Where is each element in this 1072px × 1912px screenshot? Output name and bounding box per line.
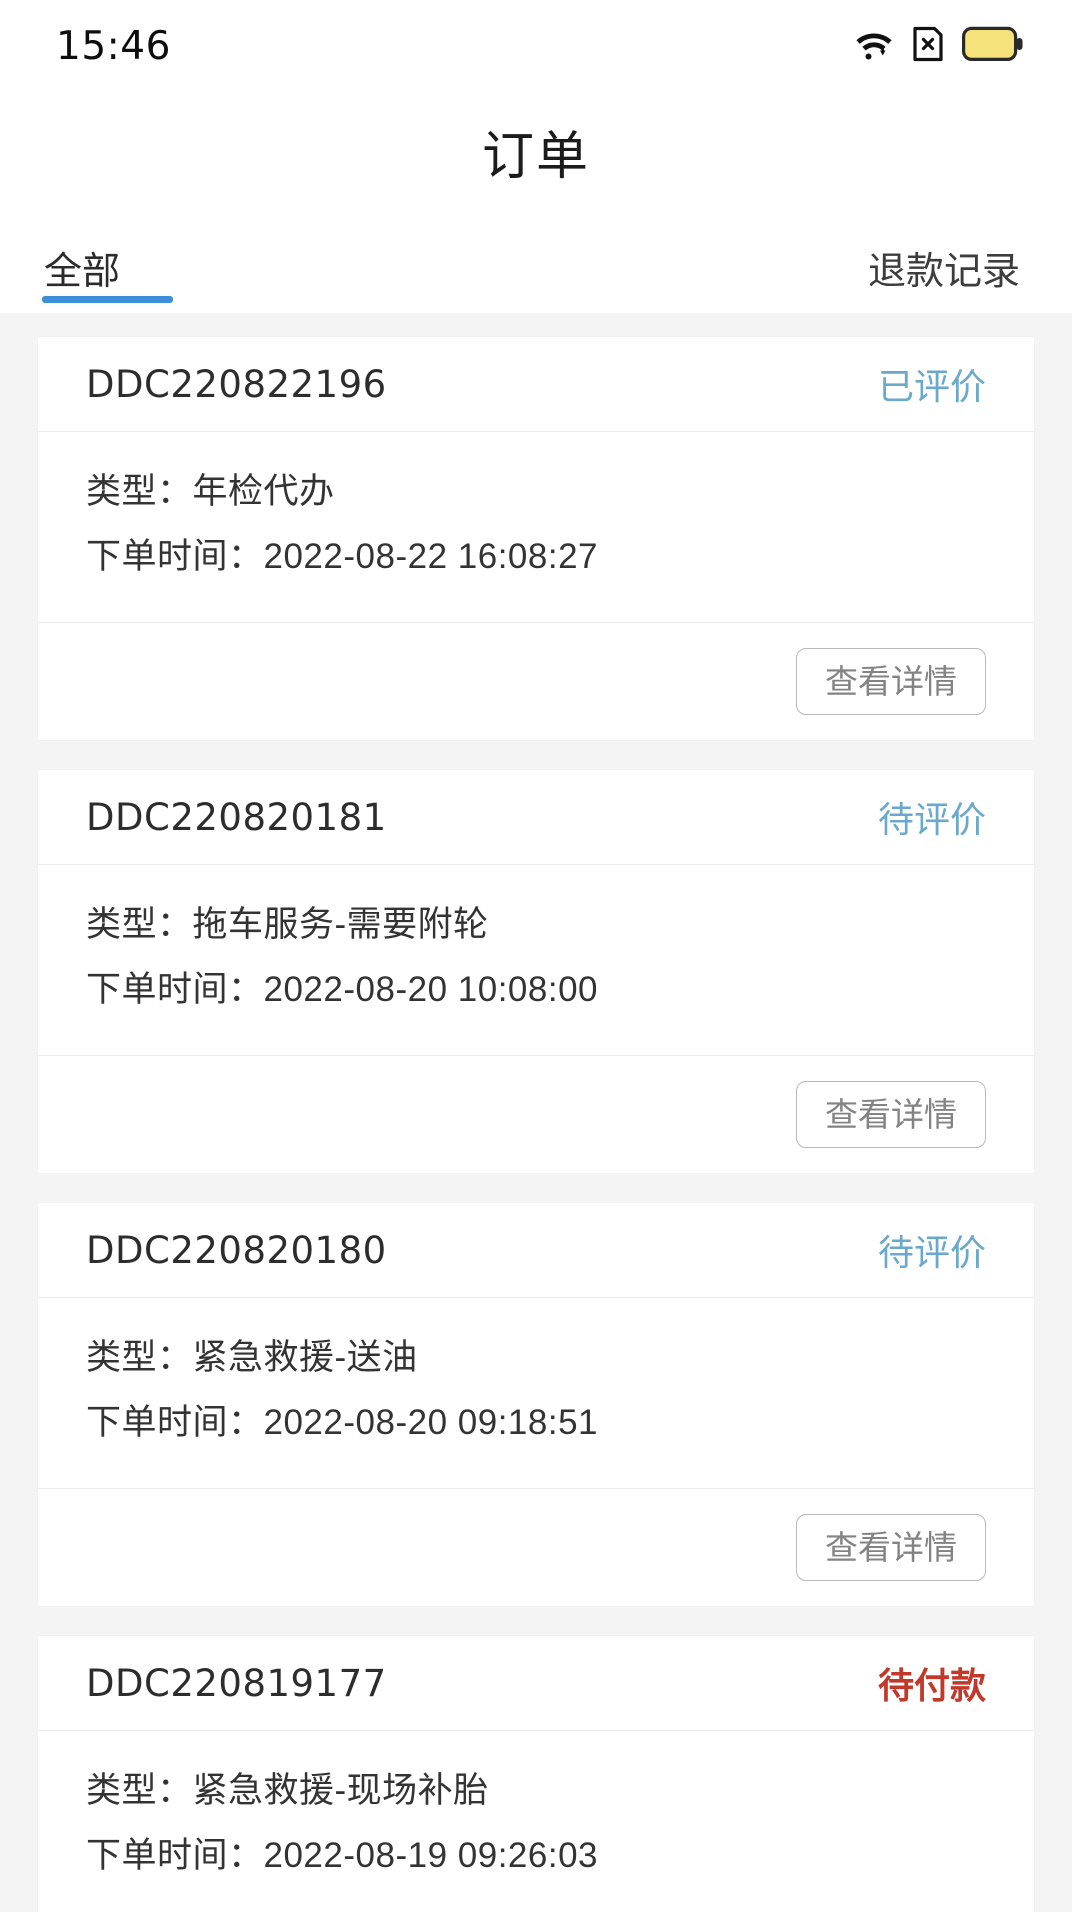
sim-card-off-icon <box>912 25 944 68</box>
order-number: DDC220820180 <box>86 1228 387 1272</box>
order-list[interactable]: DDC220822196 已评价 类型：年检代办 下单时间：2022-08-22… <box>0 313 1072 1912</box>
order-card[interactable]: DDC220819177 待付款 类型：紧急救援-现场补胎 下单时间：2022-… <box>38 1636 1034 1912</box>
order-number: DDC220822196 <box>86 362 387 406</box>
status-badge: 待评价 <box>877 1232 986 1273</box>
order-type: 类型：紧急救援-送油 <box>86 1338 418 1377</box>
view-detail-button[interactable]: 查看详情 <box>796 648 986 715</box>
status-badge: 待付款 <box>877 1665 986 1706</box>
status-bar-icons <box>854 25 1024 68</box>
order-card-footer: 查看详情 <box>38 1488 1034 1606</box>
order-type: 类型：拖车服务-需要附轮 <box>86 905 489 944</box>
order-card-footer: 查看详情 <box>38 1055 1034 1173</box>
order-card-body: 类型：紧急救援-送油 下单时间：2022-08-20 09:18:51 <box>38 1298 1034 1488</box>
order-number: DDC220819177 <box>86 1661 387 1705</box>
order-card-footer: 查看详情 <box>38 622 1034 740</box>
order-card-header: DDC220819177 待付款 <box>38 1636 1034 1731</box>
phone-screen: 15:46 订单 全部 退款记录 DDC220822196 已评价 类型：年检代… <box>0 0 1072 1912</box>
order-card-header: DDC220820180 待评价 <box>38 1203 1034 1298</box>
status-badge: 已评价 <box>877 366 986 407</box>
page-title: 订单 <box>481 127 590 186</box>
view-detail-button[interactable]: 查看详情 <box>796 1081 986 1148</box>
order-card-body: 类型：紧急救援-现场补胎 下单时间：2022-08-19 09:26:03 <box>38 1731 1034 1912</box>
tab-active-indicator <box>42 296 173 303</box>
order-card-body: 类型：年检代办 下单时间：2022-08-22 16:08:27 <box>38 432 1034 622</box>
view-detail-button[interactable]: 查看详情 <box>796 1514 986 1581</box>
tab-all[interactable]: 全部 <box>44 240 120 317</box>
status-bar-clock: 15:46 <box>56 23 171 69</box>
battery-icon <box>962 26 1024 67</box>
order-time: 下单时间：2022-08-20 09:18:51 <box>86 1403 598 1442</box>
order-time: 下单时间：2022-08-20 10:08:00 <box>86 970 598 1009</box>
order-time: 下单时间：2022-08-22 16:08:27 <box>86 537 598 576</box>
order-card-header: DDC220820181 待评价 <box>38 770 1034 865</box>
order-card[interactable]: DDC220820180 待评价 类型：紧急救援-送油 下单时间：2022-08… <box>38 1203 1034 1606</box>
title-bar: 订单 <box>0 92 1072 210</box>
status-badge: 待评价 <box>877 799 986 840</box>
order-card[interactable]: DDC220820181 待评价 类型：拖车服务-需要附轮 下单时间：2022-… <box>38 770 1034 1173</box>
wifi-icon <box>854 27 894 66</box>
tab-refund-records[interactable]: 退款记录 <box>868 240 1020 317</box>
order-type: 类型：年检代办 <box>86 472 335 511</box>
tab-bar: 全部 退款记录 <box>0 210 1072 313</box>
order-number: DDC220820181 <box>86 795 387 839</box>
order-card[interactable]: DDC220822196 已评价 类型：年检代办 下单时间：2022-08-22… <box>38 337 1034 740</box>
order-time: 下单时间：2022-08-19 09:26:03 <box>86 1836 598 1875</box>
order-card-body: 类型：拖车服务-需要附轮 下单时间：2022-08-20 10:08:00 <box>38 865 1034 1055</box>
order-type: 类型：紧急救援-现场补胎 <box>86 1771 489 1810</box>
status-bar: 15:46 <box>0 0 1072 92</box>
order-card-header: DDC220822196 已评价 <box>38 337 1034 432</box>
